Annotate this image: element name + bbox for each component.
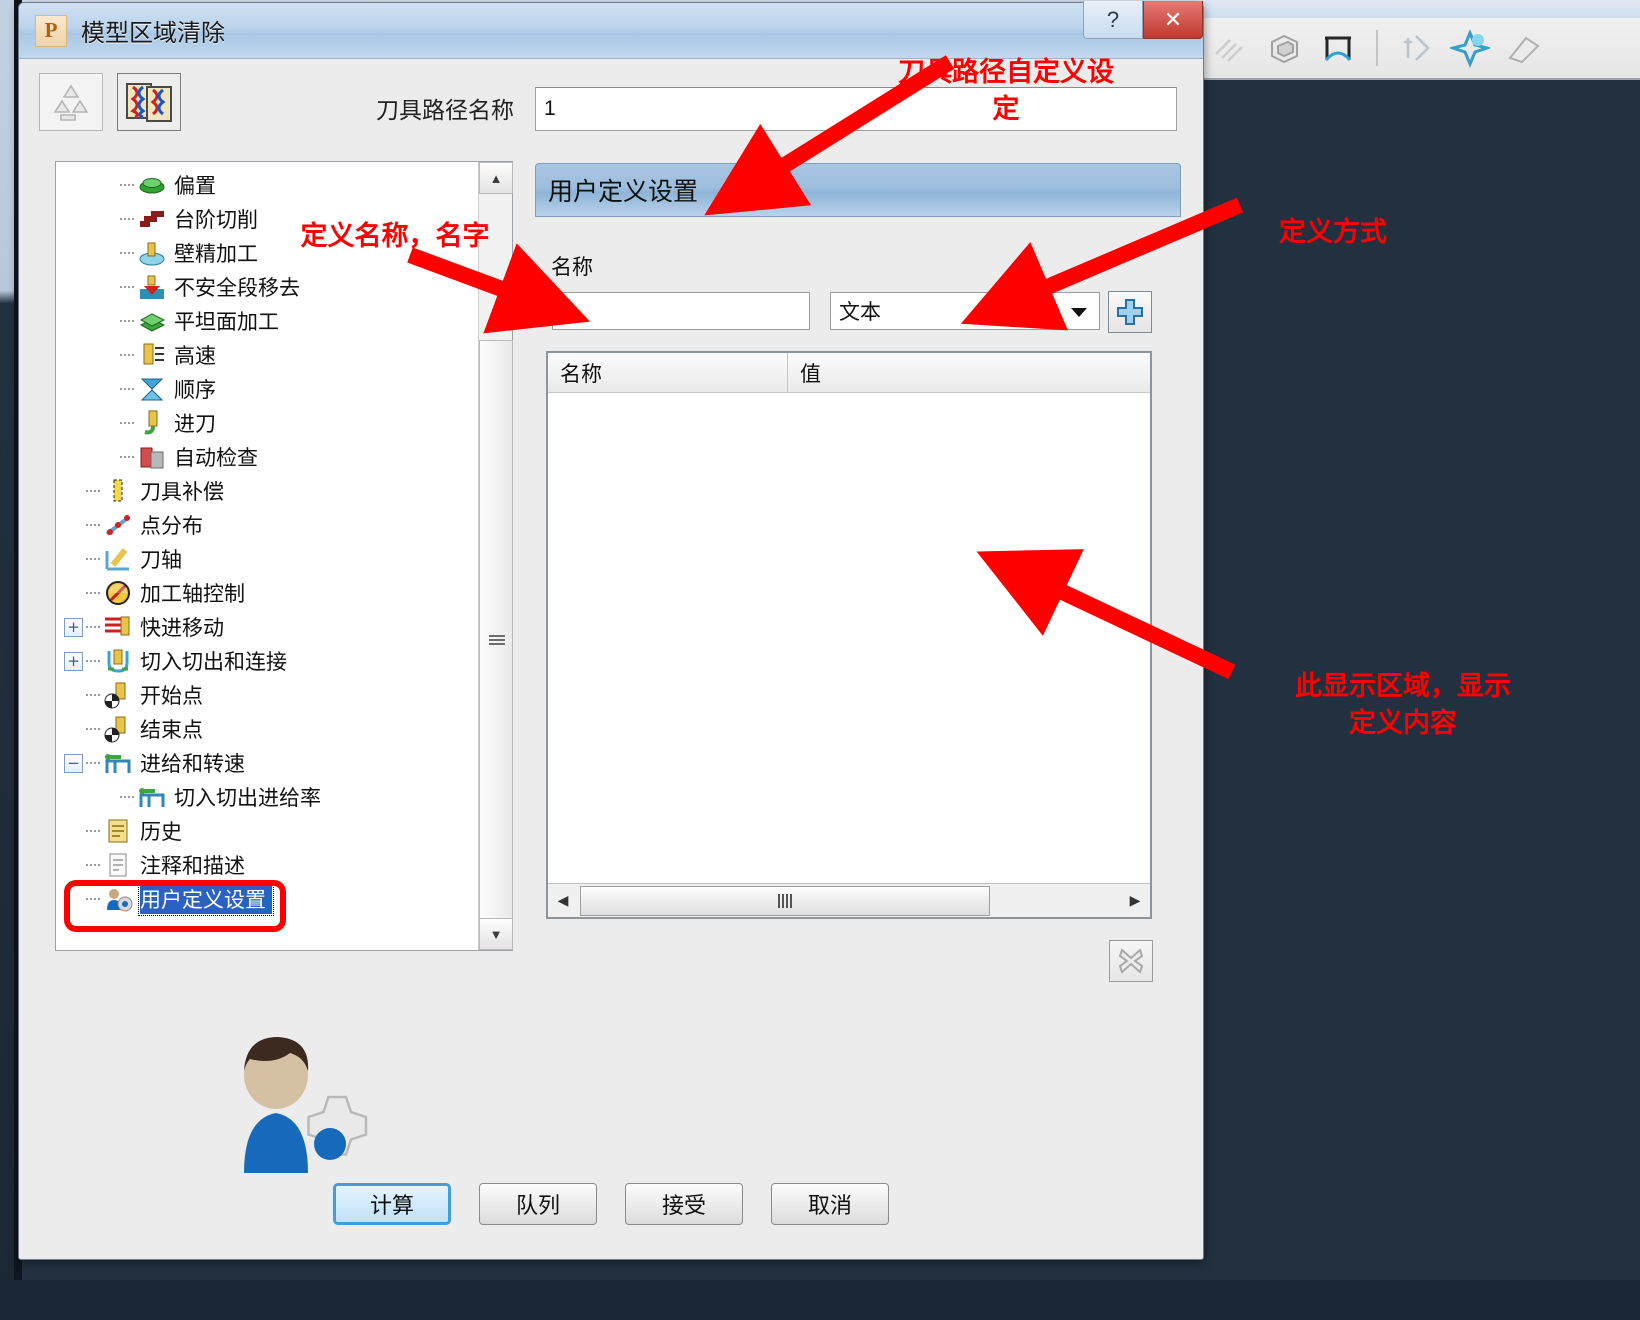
arrow-to-table-area [976, 549, 1236, 680]
annotation-define-name: 定义名称，名字 [300, 221, 490, 252]
annotation-toolpath-custom: 刀具路径自定义设 定 [898, 57, 1114, 124]
annotation-define-method: 定义方式 [1279, 217, 1387, 248]
arrow-to-name-input [407, 243, 591, 334]
annotation-display-area: 此显示区域，显示 定义内容 [1295, 671, 1511, 738]
arrow-to-type-select [960, 197, 1244, 331]
